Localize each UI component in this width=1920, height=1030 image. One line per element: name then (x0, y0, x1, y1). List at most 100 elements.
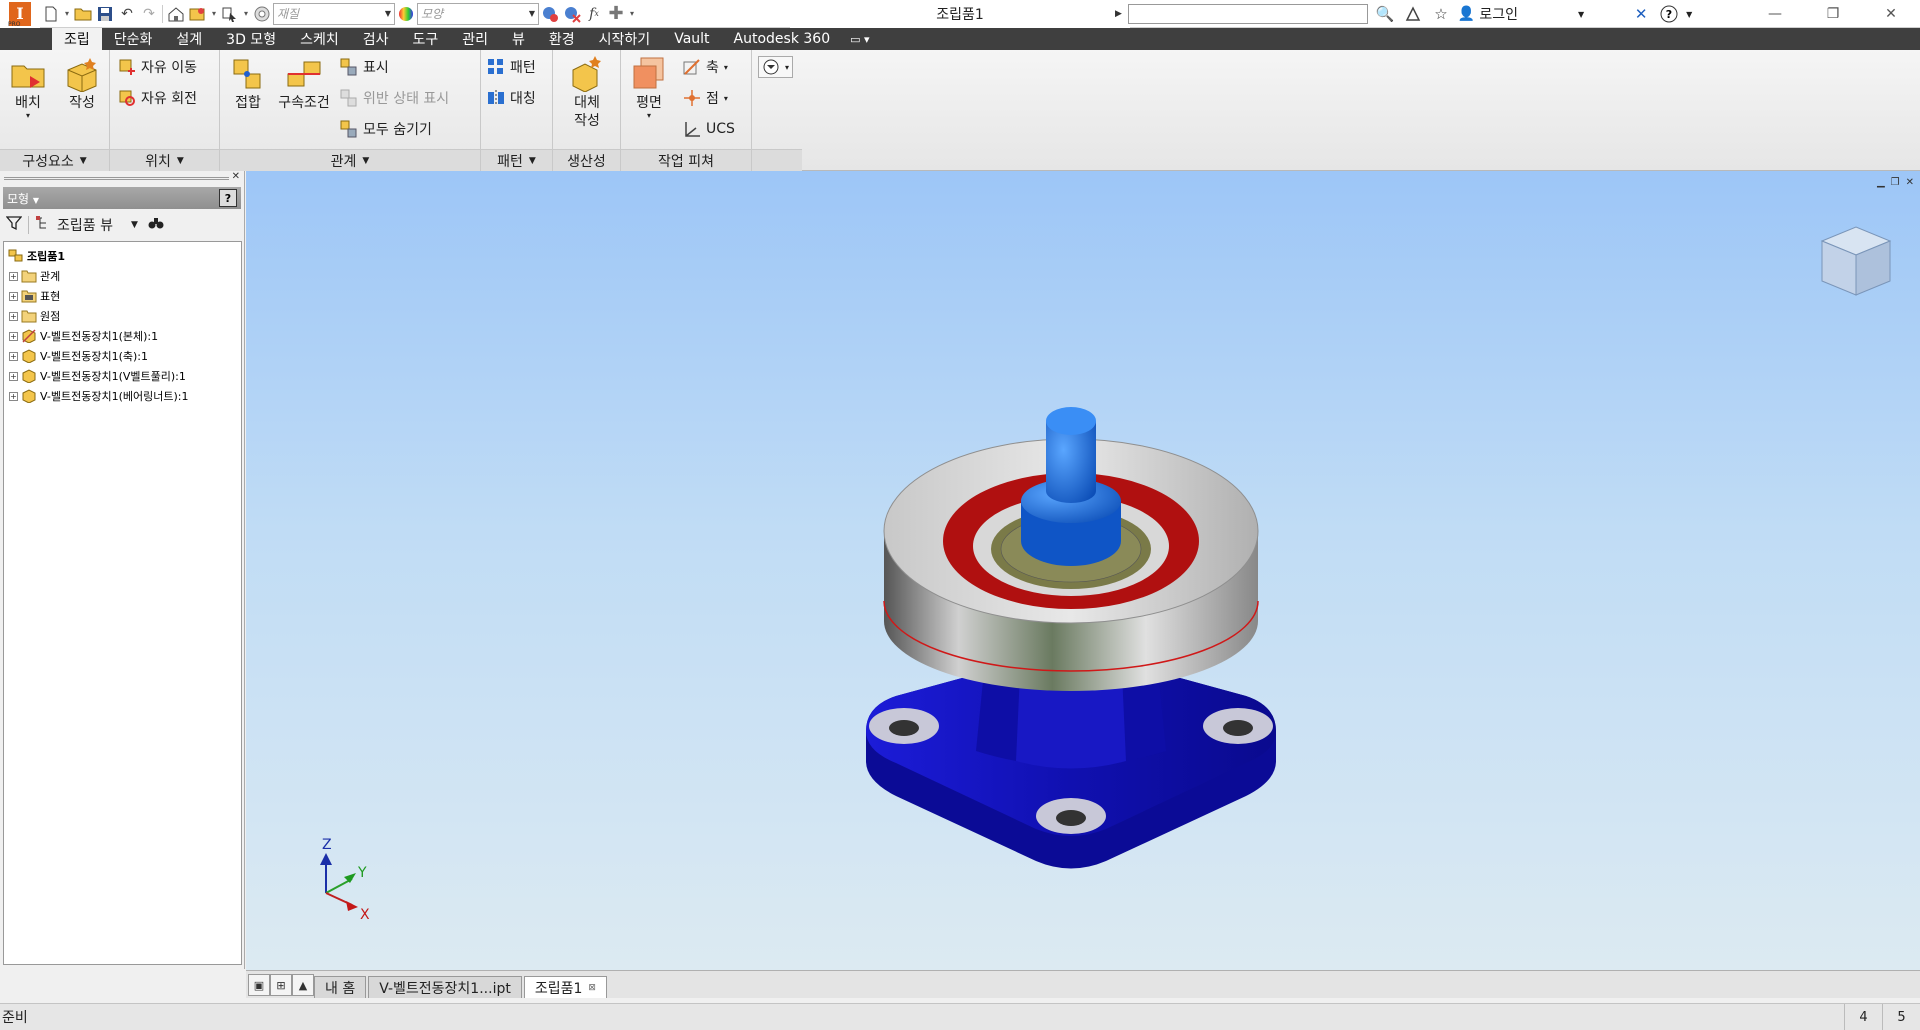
tree-item-representations[interactable]: + 표현 (4, 286, 241, 306)
panel-options-button[interactable]: ▾ (758, 56, 794, 78)
adjust-appearance-icon[interactable] (539, 3, 561, 25)
close-icon[interactable]: ✕ (1862, 0, 1920, 28)
customize-dropdown-icon[interactable]: ▾ (627, 9, 637, 18)
tab-vault[interactable]: Vault (662, 28, 721, 50)
tree-item-body[interactable]: + V-벨트전동장치1(본체):1 (4, 326, 241, 346)
mirror-button[interactable]: 대칭 (487, 87, 536, 109)
tree-item-shaft[interactable]: + V-벨트전동장치1(축):1 (4, 346, 241, 366)
binoculars-search-icon[interactable]: 🔍 (1374, 3, 1396, 25)
close-tab-icon[interactable]: ⊠ (588, 983, 596, 993)
show-button[interactable]: 표시 (340, 56, 389, 78)
login-button[interactable]: 👤 로그인 ▼ (1458, 4, 1584, 24)
search-input[interactable] (1127, 4, 1368, 24)
tab-simplify[interactable]: 단순화 (102, 28, 165, 50)
expand-icon[interactable]: + (9, 311, 18, 321)
tab-sketch[interactable]: 스케치 (288, 28, 351, 50)
expand-icon[interactable]: + (9, 351, 18, 361)
panel-title-position[interactable]: 위치 ▼ (110, 149, 219, 171)
v-belt-drive-assembly-model[interactable] (836, 351, 1306, 891)
axis-button[interactable]: 축 ▾ (683, 56, 728, 78)
restore-icon[interactable]: ❐ (1804, 0, 1862, 28)
tab-manage[interactable]: 관리 (450, 28, 500, 50)
constrain-button[interactable]: 구속조건 (272, 54, 336, 112)
open-folder-icon[interactable] (72, 3, 94, 25)
viewcube[interactable] (1818, 221, 1896, 301)
tile-windows-icon[interactable]: ⊞ (270, 974, 292, 996)
show-sick-button[interactable]: 위반 상태 표시 (340, 87, 449, 109)
tab-tools[interactable]: 도구 (400, 28, 450, 50)
chevron-down-icon[interactable]: ▼ (131, 220, 138, 230)
select-filter-icon[interactable] (219, 3, 241, 25)
material-combo[interactable]: 재질 ▼ (273, 2, 395, 25)
restore-icon[interactable]: ❐ (1891, 177, 1900, 188)
assembly-view-label[interactable]: 조립품 뷰 (57, 215, 113, 235)
parameters-fx-icon[interactable]: fx (583, 3, 605, 25)
expand-icon[interactable]: + (9, 371, 18, 381)
save-icon[interactable] (94, 3, 116, 25)
panel-title-component[interactable]: 구성요소 ▼ (0, 149, 109, 171)
exchange-apps-icon[interactable]: ✕ (1630, 3, 1652, 25)
free-rotate-button[interactable]: 자유 회전 (118, 87, 197, 109)
browser-help-icon[interactable]: ? (219, 189, 237, 207)
binoculars-icon[interactable] (148, 216, 164, 234)
substitute-button[interactable]: 대체 작성 (563, 54, 611, 130)
tab-design[interactable]: 설계 (164, 28, 214, 50)
plus-icon[interactable]: ✚ (605, 3, 627, 25)
select-dropdown-icon[interactable]: ▾ (241, 9, 251, 18)
tab-3d-model[interactable]: 3D 모형 (214, 28, 288, 50)
tab-environments[interactable]: 환경 (537, 28, 587, 50)
clear-appearance-icon[interactable] (561, 3, 583, 25)
minimize-icon[interactable]: ▁ (1877, 177, 1885, 188)
plane-button[interactable]: 평면 ▾ (627, 54, 671, 120)
project-icon[interactable] (187, 3, 209, 25)
ribbon-display-toggle-icon[interactable]: ▭ ▾ (842, 28, 877, 50)
appearance-combo[interactable]: 모양 ▼ (417, 2, 539, 25)
tree-item-origin[interactable]: + 원점 (4, 306, 241, 326)
doc-tab-my-home[interactable]: 내 홈 (314, 976, 367, 998)
panel-title-relationships[interactable]: 관계 ▼ (220, 149, 480, 171)
expand-icon[interactable]: + (9, 271, 18, 281)
doc-tab-assembly[interactable]: 조립품1 ⊠ (523, 976, 607, 998)
free-move-button[interactable]: 자유 이동 (118, 56, 197, 78)
tab-assemble[interactable]: 조립 (52, 28, 102, 50)
browser-grip[interactable] (4, 177, 229, 180)
cascade-windows-icon[interactable]: ▣ (248, 974, 270, 996)
application-menu-button[interactable]: I PRO (0, 0, 40, 28)
expand-icon[interactable]: + (9, 391, 18, 401)
tab-get-started[interactable]: 시작하기 (587, 28, 663, 50)
update-icon[interactable] (251, 3, 273, 25)
tab-view[interactable]: 뷰 (500, 28, 537, 50)
favorites-star-icon[interactable]: ☆ (1430, 3, 1452, 25)
tree-root[interactable]: 조립품1 (4, 246, 241, 266)
new-dropdown-icon[interactable]: ▾ (62, 9, 72, 18)
place-button[interactable]: 배치 ▾ (6, 54, 50, 120)
tree-item-bearing-nut[interactable]: + V-벨트전동장치1(베어링너트):1 (4, 386, 241, 406)
minimize-icon[interactable]: — (1746, 0, 1804, 28)
new-file-icon[interactable] (40, 3, 62, 25)
create-button[interactable]: 작성 (60, 54, 104, 112)
tab-autodesk-360[interactable]: Autodesk 360 (722, 28, 843, 50)
search-expand-icon[interactable]: ▶ (1115, 9, 1122, 19)
subscription-icon[interactable] (1402, 3, 1424, 25)
doc-tab-part[interactable]: V-벨트전동장치1...ipt (368, 976, 522, 998)
tab-list-up-icon[interactable]: ▲ (292, 974, 314, 996)
expand-icon[interactable]: + (9, 291, 18, 301)
joint-button[interactable]: 접합 (228, 54, 268, 112)
tree-item-relationships[interactable]: + 관계 (4, 266, 241, 286)
help-dropdown-icon[interactable]: ▼ (1686, 10, 1692, 19)
home-icon[interactable] (165, 3, 187, 25)
ucs-button[interactable]: UCS (683, 118, 735, 140)
point-button[interactable]: 점 ▾ (683, 87, 728, 109)
pattern-button[interactable]: 패턴 (487, 56, 536, 78)
tree-item-pulley[interactable]: + V-벨트전동장치1(V벨트풀리):1 (4, 366, 241, 386)
expand-icon[interactable]: + (9, 331, 18, 341)
help-icon[interactable]: ? (1658, 3, 1680, 25)
close-icon[interactable]: ✕ (1906, 177, 1914, 188)
graphics-viewport[interactable]: ▁ ❐ ✕ Z Y X (246, 171, 1920, 970)
filter-icon[interactable] (5, 215, 23, 235)
browser-header[interactable]: 모형 ▼ ? (3, 187, 241, 209)
hide-all-button[interactable]: 모두 숨기기 (340, 118, 432, 140)
close-icon[interactable]: ✕ (232, 171, 240, 182)
tab-inspect[interactable]: 검사 (351, 28, 401, 50)
project-dropdown-icon[interactable]: ▾ (209, 9, 219, 18)
